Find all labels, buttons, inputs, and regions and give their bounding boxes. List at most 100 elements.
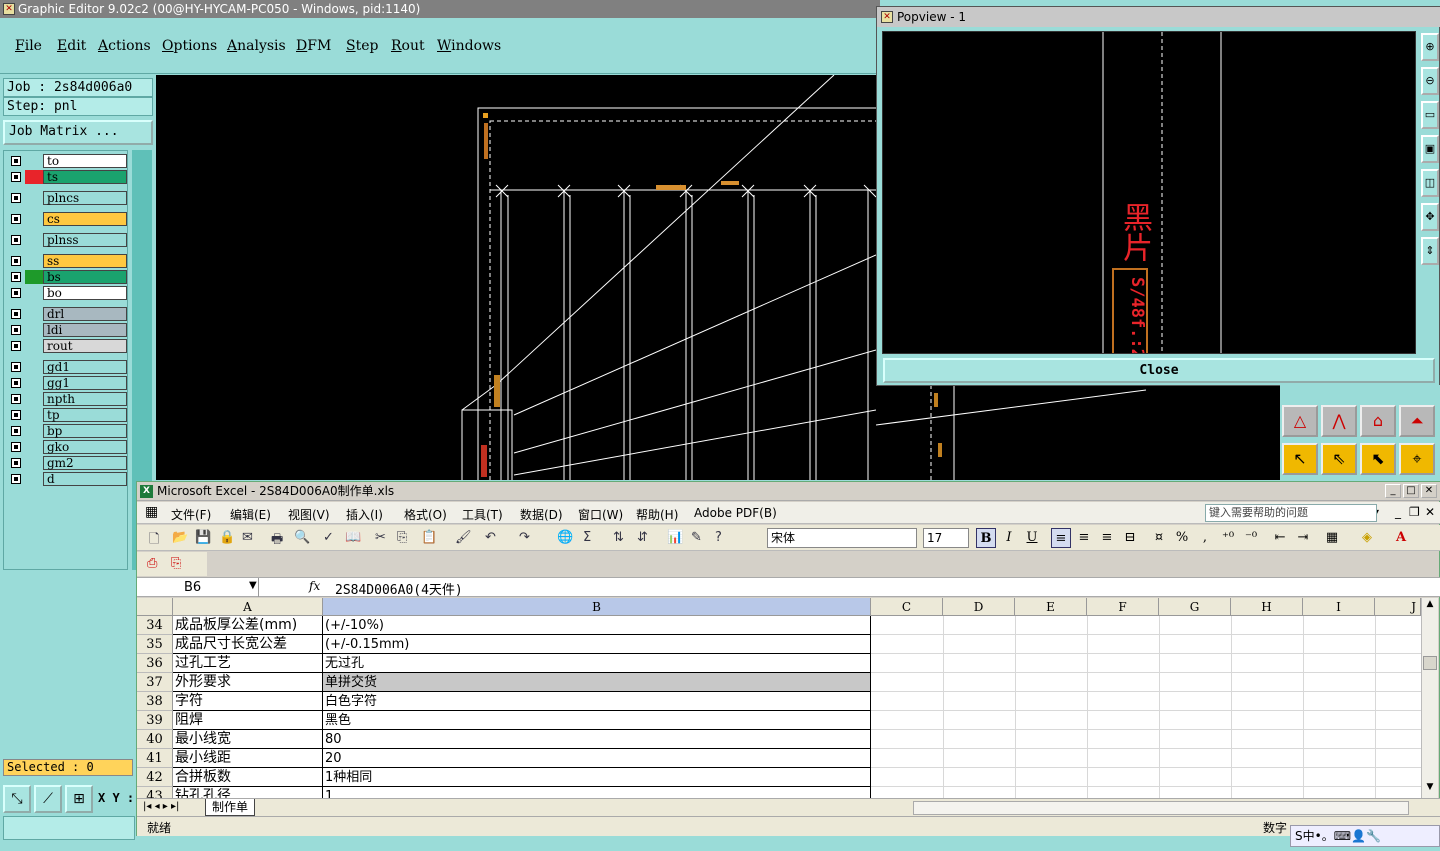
layer-name[interactable]: gg1: [43, 376, 127, 390]
arrow-up-tool-icon[interactable]: ⋀: [1321, 405, 1357, 437]
menu-file[interactable]: File: [15, 38, 42, 54]
layer-color-swatch[interactable]: [25, 323, 43, 337]
chart-wizard-icon[interactable]: 📊: [667, 530, 683, 545]
popview-fit-icon[interactable]: ▣: [1421, 135, 1439, 163]
column-header-c[interactable]: C: [871, 598, 943, 616]
layer-name[interactable]: d: [43, 472, 127, 486]
layer-checkbox[interactable]: [11, 256, 21, 266]
cell-b[interactable]: 1种相同: [323, 768, 871, 787]
column-header-b[interactable]: B: [323, 598, 871, 616]
layer-row-gd1[interactable]: gd1: [7, 360, 127, 374]
layer-color-swatch[interactable]: [25, 339, 43, 353]
pdf-email-icon[interactable]: ⎘: [171, 556, 181, 571]
permission-icon[interactable]: 🔒: [219, 530, 235, 545]
select-box-pointer-icon[interactable]: ⇖: [1321, 443, 1357, 475]
layer-row-d[interactable]: d: [7, 472, 127, 486]
cell-a[interactable]: 成品尺寸长宽公差: [173, 635, 323, 654]
layer-checkbox[interactable]: [11, 394, 21, 404]
name-box-dropdown-icon[interactable]: ▼: [249, 580, 257, 591]
layer-row-rout[interactable]: rout: [7, 339, 127, 353]
borders-icon[interactable]: ▦: [1322, 528, 1342, 548]
cell-b[interactable]: (+/-0.15mm): [323, 635, 871, 654]
decrease-decimal-icon[interactable]: ⁻⁰: [1241, 528, 1261, 548]
xl-menu-edit[interactable]: 编辑(E): [230, 506, 271, 523]
row-header[interactable]: 36: [137, 654, 173, 673]
align-center-icon[interactable]: ≡: [1074, 528, 1094, 548]
layer-checkbox[interactable]: [11, 156, 21, 166]
layer-color-swatch[interactable]: [25, 212, 43, 226]
redo-icon[interactable]: ↷: [519, 530, 530, 545]
font-size-select[interactable]: 17: [923, 528, 969, 548]
job-matrix-button[interactable]: Job Matrix ...: [3, 120, 153, 145]
comma-icon[interactable]: ,: [1195, 528, 1215, 548]
popview-canvas[interactable]: 黑片 S/48f.:2S: [882, 31, 1416, 354]
layer-color-swatch[interactable]: [25, 154, 43, 168]
layer-checkbox[interactable]: [11, 288, 21, 298]
cell-a[interactable]: 最小线距: [173, 749, 323, 768]
spelling-icon[interactable]: ✓: [323, 530, 334, 545]
cell-a[interactable]: 合拼板数: [173, 768, 323, 787]
column-header-h[interactable]: H: [1231, 598, 1303, 616]
layer-color-swatch[interactable]: [25, 270, 43, 284]
sheet-tab[interactable]: 制作单: [205, 799, 256, 816]
layer-checkbox[interactable]: [11, 362, 21, 372]
xl-menu-help[interactable]: 帮助(H): [636, 506, 678, 523]
print-icon[interactable]: 🖶: [271, 530, 283, 552]
layer-checkbox[interactable]: [11, 235, 21, 245]
cell-b[interactable]: 白色字符: [323, 692, 871, 711]
align-left-icon[interactable]: ≡: [1051, 528, 1071, 548]
doc-restore-icon[interactable]: ❐: [1409, 505, 1420, 519]
layer-row-ts[interactable]: ts: [7, 170, 127, 184]
layer-row-bp[interactable]: bp: [7, 424, 127, 438]
grid-icon[interactable]: ⊞: [65, 785, 93, 813]
layer-checkbox[interactable]: [11, 474, 21, 484]
layer-row-to[interactable]: to: [7, 154, 127, 168]
layer-color-swatch[interactable]: [25, 376, 43, 390]
cell-a[interactable]: 最小线宽: [173, 730, 323, 749]
zoom-fit-icon[interactable]: ⤡: [3, 785, 31, 813]
doc-minimize-icon[interactable]: _: [1395, 505, 1401, 519]
italic-button[interactable]: I: [999, 528, 1019, 548]
popview-pan-icon[interactable]: ▭: [1421, 101, 1439, 129]
select-pointer-icon[interactable]: ↖: [1282, 443, 1318, 475]
increase-indent-icon[interactable]: ⇥: [1293, 528, 1313, 548]
triangle-tool-icon[interactable]: △: [1282, 405, 1318, 437]
align-right-icon[interactable]: ≡: [1097, 528, 1117, 548]
graphic-canvas[interactable]: [156, 75, 876, 480]
layer-name[interactable]: ss: [43, 254, 127, 268]
layer-row-gm2[interactable]: gm2: [7, 456, 127, 470]
maximize-icon[interactable]: □: [1403, 484, 1419, 498]
menu-dfm[interactable]: DFM: [296, 38, 331, 54]
research-icon[interactable]: 📖: [345, 530, 361, 545]
fill-color-icon[interactable]: ◈: [1357, 528, 1377, 548]
layer-row-npth[interactable]: npth: [7, 392, 127, 406]
name-box[interactable]: B6: [139, 578, 259, 597]
layer-color-swatch[interactable]: [25, 472, 43, 486]
layer-name[interactable]: gm2: [43, 456, 127, 470]
cell-a[interactable]: 字符: [173, 692, 323, 711]
fx-icon[interactable]: fx: [309, 579, 320, 593]
vertex-tool-icon[interactable]: ⏶: [1399, 405, 1435, 437]
currency-icon[interactable]: ¤: [1149, 528, 1169, 548]
row-header[interactable]: 40: [137, 730, 173, 749]
row-header[interactable]: 41: [137, 749, 173, 768]
xl-menu-data[interactable]: 数据(D): [520, 506, 563, 523]
row-header[interactable]: 43: [137, 787, 173, 798]
layer-checkbox[interactable]: [11, 410, 21, 420]
column-header-f[interactable]: F: [1087, 598, 1159, 616]
layer-checkbox[interactable]: [11, 378, 21, 388]
xl-menu-file[interactable]: 文件(F): [171, 506, 211, 523]
cell-b[interactable]: 无过孔: [323, 654, 871, 673]
select-poly-pointer-icon[interactable]: ⬉: [1360, 443, 1396, 475]
menu-step[interactable]: Step: [346, 38, 378, 54]
horizontal-scrollbar[interactable]: [913, 801, 1409, 815]
formula-input[interactable]: 2S84D006A0(4天件): [335, 579, 463, 598]
layer-row-plncs[interactable]: plncs: [7, 191, 127, 205]
help-search-input[interactable]: 键入需要帮助的问题: [1205, 504, 1377, 522]
cell-a[interactable]: 成品板厚公差(mm): [173, 616, 323, 635]
layer-name[interactable]: bp: [43, 424, 127, 438]
paste-icon[interactable]: 📋: [421, 530, 437, 545]
scroll-up-icon[interactable]: ▲: [1423, 599, 1437, 613]
autosum-icon[interactable]: Σ: [583, 530, 591, 545]
row-header[interactable]: 39: [137, 711, 173, 730]
